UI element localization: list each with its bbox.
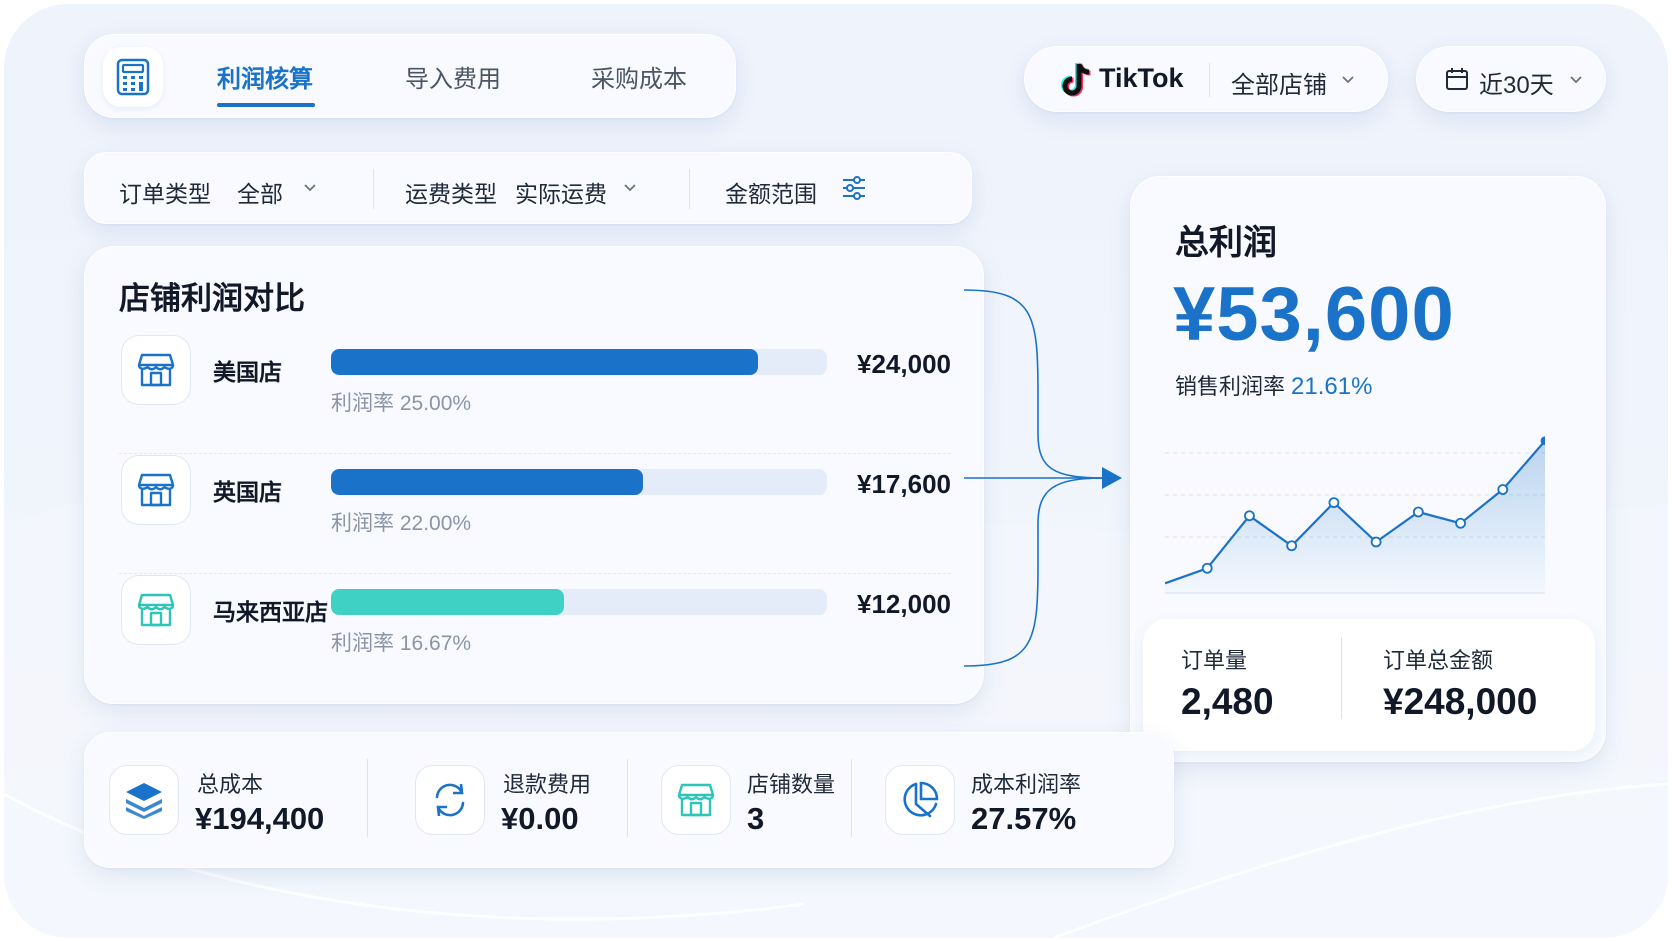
store-selector-value[interactable]: 全部店铺 (1231, 65, 1327, 100)
trend-point (1244, 510, 1255, 522)
summary-stats: 总成本 ¥194,400 退款费用 ¥0.00 店铺数量 3 成本利润率 27.… (84, 732, 1174, 868)
chevron-down-icon (1570, 76, 1582, 84)
shipping-type-select[interactable]: 实际运费 (515, 175, 607, 209)
store-profit-comparison: 店铺利润对比 美国店 ¥24,000 利润率 25.00% 英国店 ¥17,60… (84, 246, 984, 704)
divider (627, 759, 628, 837)
refresh-icon (415, 765, 485, 835)
store-icon (121, 575, 191, 645)
store-name: 英国店 (213, 479, 282, 505)
stat-cost-profit-rate-label: 成本利润率 (971, 772, 1082, 797)
orders-summary: 订单量 2,480 订单总金额 ¥248,000 (1143, 619, 1595, 751)
store-profit-value: ¥24,000 (857, 349, 951, 379)
sliders-icon[interactable] (841, 175, 867, 201)
order-count-value: 2,480 (1181, 681, 1274, 722)
filter-bar: 订单类型 全部 运费类型 实际运费 金额范围 (84, 152, 972, 224)
divider (851, 759, 852, 837)
shipping-type-label: 运费类型 (405, 181, 497, 207)
total-profit-value: ¥53,600 (1173, 272, 1455, 357)
profit-trend-chart (1165, 436, 1545, 594)
active-tab-indicator (217, 103, 315, 107)
store-row-uk[interactable]: 英国店 ¥17,600 利润率 22.00% (85, 455, 985, 565)
store-name: 美国店 (213, 359, 282, 385)
sales-profit-rate-value: 21.61% (1291, 373, 1373, 400)
date-range-selector[interactable]: 近30天 (1416, 46, 1606, 112)
trend-point (1497, 484, 1509, 495)
stat-store-count-label: 店铺数量 (747, 772, 836, 797)
sales-profit-rate: 销售利润率 21.61% (1175, 369, 1372, 401)
tiktok-logo-icon (1061, 62, 1091, 97)
profit-bar (331, 349, 758, 375)
chevron-down-icon[interactable] (303, 183, 317, 193)
total-profit-card: 总利润 ¥53,600 销售利润率 21.61% 订单量 2,480 订单总金额… (1130, 176, 1606, 762)
calculator-icon (103, 47, 163, 107)
store-row-malaysia[interactable]: 马来西亚店 ¥12,000 利润率 16.67% (85, 575, 985, 685)
store-profit-rate: 利润率 22.00% (331, 512, 472, 535)
profit-bar-track (331, 469, 827, 495)
trend-point (1328, 497, 1340, 509)
store-icon (121, 455, 191, 525)
calendar-icon (1446, 68, 1468, 90)
chevron-down-icon[interactable] (623, 183, 637, 193)
sales-profit-rate-label: 销售利润率 (1175, 374, 1286, 399)
app-frame: 利润核算 导入费用 采购成本 TikTok 全部店铺 近30天 订单类型 全部 … (4, 4, 1668, 938)
store-profit-rate: 利润率 16.67% (331, 632, 472, 655)
total-profit-title: 总利润 (1175, 224, 1277, 262)
stat-total-cost-label: 总成本 (197, 772, 264, 797)
divider (689, 169, 690, 209)
divider (1341, 637, 1342, 719)
divider (1209, 63, 1210, 97)
profit-bar-track (331, 349, 827, 375)
row-divider (119, 453, 951, 454)
trend-point (1455, 517, 1466, 529)
date-range-value: 近30天 (1479, 72, 1554, 99)
store-icon (121, 335, 191, 405)
platform-selector[interactable]: TikTok 全部店铺 (1024, 46, 1388, 112)
trend-point (1201, 562, 1213, 574)
module-tabs: 利润核算 导入费用 采购成本 (84, 34, 736, 118)
stat-refund-value: ¥0.00 (501, 801, 579, 836)
store-profit-value: ¥17,600 (857, 469, 951, 499)
profit-bar (331, 469, 644, 495)
store-profit-value: ¥12,000 (857, 589, 951, 619)
tab-purchase-cost[interactable]: 采购成本 (591, 59, 687, 99)
order-count-label: 订单量 (1181, 648, 1248, 673)
platform-name: TikTok (1099, 63, 1184, 93)
trend-point (1412, 506, 1424, 518)
store-icon (661, 765, 731, 835)
order-amount-value: ¥248,000 (1383, 681, 1538, 722)
order-type-select[interactable]: 全部 (237, 175, 283, 209)
stat-refund-label: 退款费用 (503, 772, 592, 797)
profit-bar-track (331, 589, 827, 615)
trend-point (1540, 436, 1545, 446)
trend-point (1370, 536, 1382, 548)
order-type-label: 订单类型 (119, 181, 211, 207)
divider (373, 169, 374, 209)
arrow-head-icon (1102, 467, 1122, 489)
divider (367, 759, 368, 837)
tab-import-expenses[interactable]: 导入费用 (405, 59, 501, 99)
flow-connector (964, 289, 1122, 667)
stat-cost-profit-rate-value: 27.57% (971, 801, 1077, 836)
section-title: 店铺利润对比 (119, 281, 305, 316)
chevron-down-icon (1342, 76, 1354, 84)
profit-bar (331, 589, 565, 615)
stat-store-count-value: 3 (747, 801, 765, 836)
trend-point (1286, 540, 1298, 552)
store-profit-rate: 利润率 25.00% (331, 392, 472, 415)
layers-icon (109, 765, 179, 835)
tab-profit-accounting[interactable]: 利润核算 (217, 59, 313, 99)
trend-area (1165, 440, 1545, 593)
row-divider (119, 573, 951, 574)
store-row-us[interactable]: 美国店 ¥24,000 利润率 25.00% (85, 335, 985, 445)
stat-total-cost-value: ¥194,400 (195, 801, 325, 836)
amount-range-label[interactable]: 金额范围 (725, 175, 817, 209)
store-name: 马来西亚店 (213, 599, 328, 625)
pie-clock-icon (885, 765, 955, 835)
order-amount-label: 订单总金额 (1383, 648, 1494, 673)
